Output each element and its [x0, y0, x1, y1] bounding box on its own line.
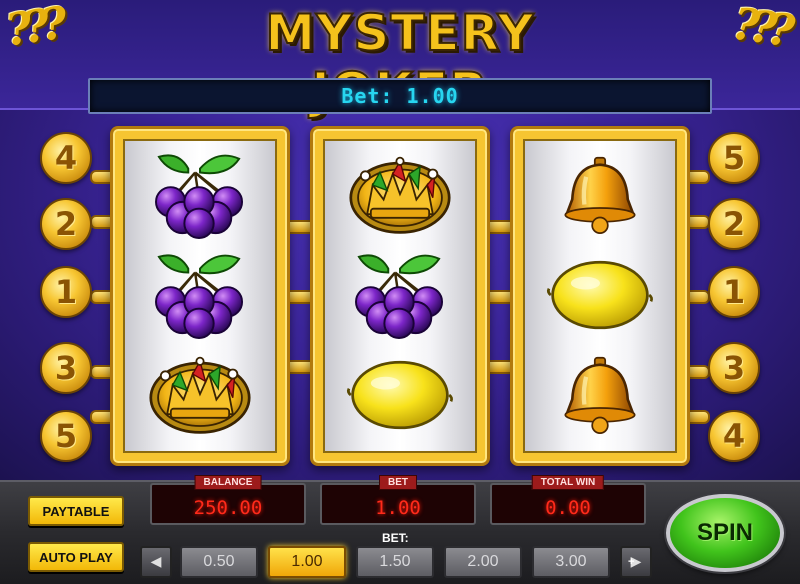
- balance-display: BALANCE 250.00: [150, 475, 306, 525]
- payline-marker-right: 4: [708, 410, 760, 462]
- bet-option-button[interactable]: 1.50: [356, 546, 434, 578]
- question-marks-right: ???: [729, 0, 790, 57]
- payline-marker-right: 3: [708, 342, 760, 394]
- bet-info-bar: Bet: 1.00: [88, 78, 712, 114]
- joker-crown-icon: [325, 145, 475, 245]
- lemon-icon: [525, 245, 675, 345]
- bet-display: BET 1.00: [320, 475, 476, 525]
- paytable-button[interactable]: PAYTABLE: [28, 496, 124, 526]
- reel-window: [123, 139, 277, 453]
- total-win-value: 0.00: [545, 497, 591, 519]
- bet-value: 1.00: [375, 497, 421, 519]
- bet-option-button[interactable]: 2.00: [444, 546, 522, 578]
- balance-label: BALANCE: [194, 475, 262, 490]
- question-marks-left: ???: [2, 0, 63, 57]
- bet-selector-label: BET:: [382, 531, 409, 545]
- increase-sign: +: [628, 556, 635, 568]
- reel-2: [310, 126, 490, 466]
- game-logo: MYSTERY JOKER: [264, 3, 535, 121]
- plums-icon: [325, 245, 475, 345]
- bet-option-button[interactable]: 0.50: [180, 546, 258, 578]
- bell-icon: [525, 145, 675, 245]
- reel-window: [323, 139, 477, 453]
- reel-1: [110, 126, 290, 466]
- payline-marker-right: 1: [708, 266, 760, 318]
- bet-option-button-selected[interactable]: 1.00: [268, 546, 346, 578]
- total-win-display: TOTAL WIN 0.00: [490, 475, 646, 525]
- payline-marker-left: 5: [40, 410, 92, 462]
- bet-decrease-button[interactable]: ◀: [140, 546, 172, 578]
- autoplay-button[interactable]: AUTO PLAY: [28, 542, 124, 572]
- plums-icon: [125, 145, 275, 245]
- plums-icon: [125, 245, 275, 345]
- balance-value: 250.00: [193, 497, 263, 519]
- payline-marker-left: 3: [40, 342, 92, 394]
- bet-increase-button[interactable]: ▶: [620, 546, 652, 578]
- reel-window: [523, 139, 677, 453]
- joker-crown-icon: [125, 345, 275, 445]
- total-win-label: TOTAL WIN: [531, 475, 605, 490]
- bell-icon: [525, 345, 675, 445]
- bet-label: BET: [379, 475, 417, 490]
- payline-marker-right: 5: [708, 132, 760, 184]
- payline-marker-right: 2: [708, 198, 760, 250]
- arrow-left-icon: ◀: [150, 554, 162, 570]
- reel-3: [510, 126, 690, 466]
- payline-marker-left: 1: [40, 266, 92, 318]
- payline-marker-left: 2: [40, 198, 92, 250]
- bet-option-button[interactable]: 3.00: [532, 546, 610, 578]
- bet-info-text: Bet: 1.00: [341, 84, 459, 108]
- lemon-icon: [325, 345, 475, 445]
- payline-marker-left: 4: [40, 132, 92, 184]
- spin-button[interactable]: SPIN: [666, 494, 784, 572]
